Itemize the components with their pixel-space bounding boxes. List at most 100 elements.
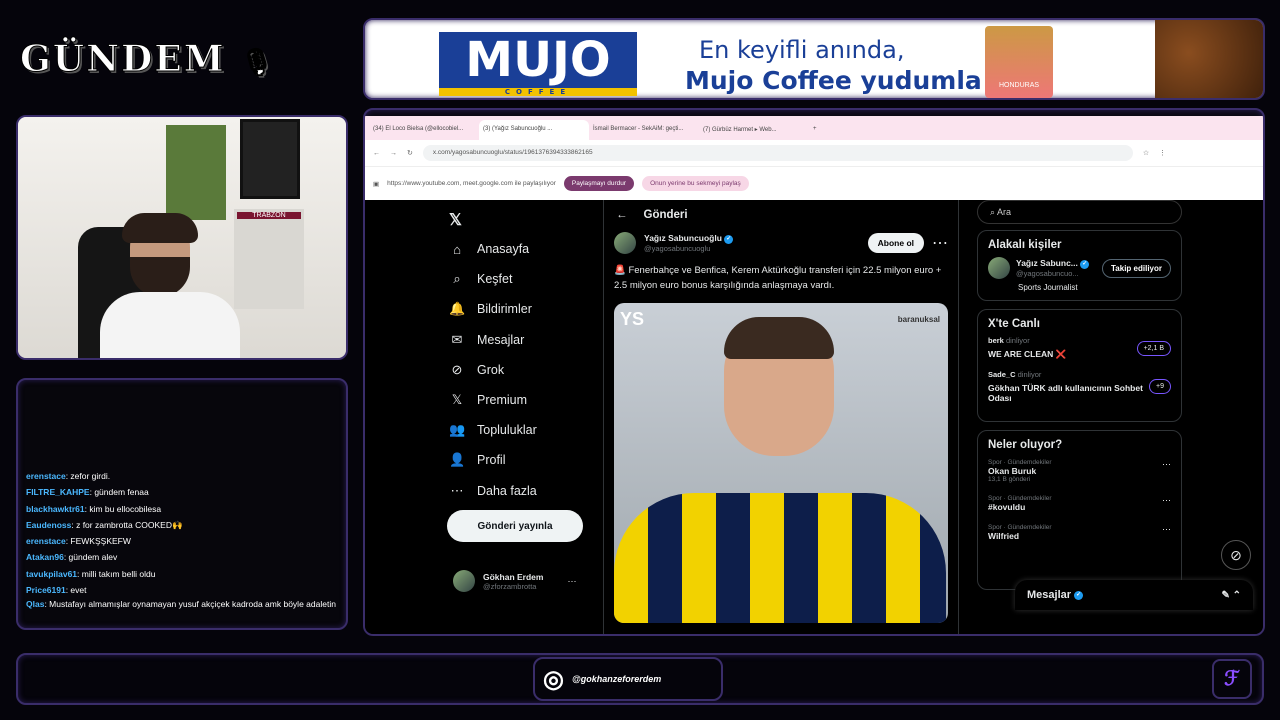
following-button[interactable]: Takip ediliyor: [1102, 258, 1171, 278]
tab-1[interactable]: (34) El Loco Bielsa (@ellocobiel...: [369, 120, 479, 140]
post-button[interactable]: Gönderi yayınla: [447, 510, 583, 542]
trend-name: Wilfried: [988, 531, 1020, 541]
chat-username[interactable]: FILTRE_KAHPE: [26, 487, 90, 497]
page-title: Gönderi: [643, 209, 688, 221]
nav-item-1[interactable]: ⌕ Keşfet: [449, 264, 599, 294]
grok-icon[interactable]: ⊘: [1221, 540, 1251, 570]
microphone-icon: 🎙: [240, 48, 276, 79]
trend-more-icon[interactable]: ⋯: [1162, 495, 1171, 506]
tactics-frame: [240, 119, 300, 199]
browser-window: (34) El Loco Bielsa (@ellocobiel... (3) …: [363, 108, 1265, 636]
trend-item[interactable]: Spor · Gündemdekiler Wilfried ⋯: [988, 524, 1171, 541]
share-text: https://www.youtube.com, meet.google.com…: [387, 180, 556, 187]
nav-item-4[interactable]: ⊘ Grok: [449, 355, 599, 385]
chat-message: erenstace: FEWKŞŞKEFW: [26, 533, 340, 549]
nav-label: Keşfet: [477, 272, 513, 287]
search-input[interactable]: ⌕ Ara: [977, 200, 1182, 224]
trend-more-icon[interactable]: ⋯: [1162, 459, 1171, 470]
chat-username[interactable]: Price6191: [26, 585, 66, 595]
nav-icon: ⌂: [453, 241, 461, 257]
chat-message: tavukpilav61: milli takım belli oldu: [26, 566, 340, 582]
live-host: berk: [988, 336, 1004, 345]
back-arrow-icon[interactable]: ←: [616, 209, 628, 221]
new-tab-button[interactable]: +: [809, 120, 829, 140]
zf-logo-icon: ℱ: [1212, 659, 1252, 699]
chat-message: Eaudenoss: z for zambrotta COOKED🙌: [26, 517, 340, 533]
reload-icon[interactable]: ↻: [407, 149, 413, 157]
trend-category: Spor · Gündemdekiler: [988, 495, 1052, 502]
nav-item-7[interactable]: 👤 Profil: [449, 445, 599, 475]
tab-active[interactable]: (3) (Yağız Sabuncuoğlu ...: [479, 120, 589, 140]
x-logo-icon[interactable]: 𝕏: [449, 206, 599, 234]
star-icon[interactable]: ☆: [1143, 149, 1149, 157]
tweet-author: Yağız Sabuncuoğlu ✓ @yagosabuncuoglu Abon…: [604, 230, 958, 256]
nav-label: Daha fazla: [477, 483, 537, 498]
trend-more-icon[interactable]: ⋯: [1162, 524, 1171, 535]
chat-message: Price6191: evet: [26, 582, 340, 598]
nav-item-5[interactable]: 𝕏 Premium: [449, 385, 599, 415]
address-bar[interactable]: x.com/yagosabuncuoglu/status/19613763943…: [422, 145, 1133, 161]
tweet-more-icon[interactable]: ⋯: [932, 233, 948, 253]
more-icon[interactable]: ⋯: [567, 576, 576, 587]
chat-text: : FEWKŞŞKEFW: [65, 536, 131, 547]
live-item[interactable]: berk dinliyor WE ARE CLEAN ❌ +2,1 B: [988, 336, 1171, 360]
x-page: 𝕏 ⌂ Anasayfa ⌕ Keşfet 🔔 Bildirimler ✉ Mesajlar ⊘…: [365, 200, 1263, 634]
chat-panel: erenstace: zefor girdi. FILTRE_KAHPE: gün…: [16, 378, 348, 630]
compose-message-icon[interactable]: ✎ ⌃: [1221, 590, 1241, 601]
ad-banner: MUJO COFFEE En keyifli anında, Mujo Coffe…: [363, 18, 1265, 100]
right-sidebar: ⌕ Ara Alakalı kişiler Yağız Sabunc... ✓ @…: [977, 200, 1182, 598]
subscribe-button[interactable]: Abone ol: [867, 233, 924, 253]
share-icon: ▣: [373, 180, 380, 188]
stop-share-button[interactable]: Paylaşmayı durdur: [563, 176, 635, 191]
live-item[interactable]: Sade_C dinliyor Gökhan TÜRK adlı kullanıc…: [988, 370, 1171, 403]
verified-icon: ✓: [1074, 590, 1084, 600]
nav-label: Topluluklar: [477, 423, 537, 438]
nav-icon: ⌕: [453, 271, 461, 287]
nav-label: Premium: [477, 393, 528, 408]
author-handle[interactable]: @yagosabuncuoglu: [644, 244, 733, 253]
tweet-text: 🚨 Fenerbahçe ve Benfica, Kerem Aktürkoğl…: [614, 265, 942, 291]
share-infobar: ▣ https://www.youtube.com, meet.google.c…: [365, 166, 1263, 200]
messages-drawer[interactable]: Mesajlar ✓ ✎ ⌃: [1015, 580, 1253, 610]
nav-icon: ✉: [451, 331, 463, 347]
live-title: Gökhan TÜRK adlı kullanıcının Sohbet Oda…: [988, 383, 1143, 403]
related-people: Alakalı kişiler Yağız Sabunc... ✓ @yagosa…: [977, 230, 1182, 301]
chat-username[interactable]: tavukpilav61: [26, 569, 77, 579]
nav-label: Grok: [477, 362, 505, 377]
author-name[interactable]: Yağız Sabuncuoğlu: [644, 233, 722, 243]
stream-logo: GÜNDEM 🎙: [20, 38, 276, 81]
chat-message: blackhawktr61: kim bu ellocobilesa: [26, 501, 340, 517]
account-switcher[interactable]: Gökhan Erdem @zforzambrotta ⋯: [453, 570, 576, 592]
menu-icon[interactable]: ⋮: [1159, 149, 1166, 157]
tweet-image[interactable]: YS baranuksal: [614, 303, 948, 623]
chat-text: : kim bu ellocobilesa: [84, 503, 162, 514]
trends: Neler oluyor? Spor · Gündemdekiler Okan B…: [977, 430, 1182, 590]
trend-name: Okan Buruk: [988, 466, 1037, 476]
tab-4[interactable]: (7) Gürbüz Harmet ▸ Web...: [699, 120, 809, 140]
back-icon[interactable]: ←: [373, 150, 380, 157]
trend-item[interactable]: Spor · Gündemdekiler #kovuldu ⋯: [988, 495, 1171, 512]
nav-item-0[interactable]: ⌂ Anasayfa: [449, 234, 599, 264]
chat-username[interactable]: Eaudenoss: [26, 520, 71, 530]
chat-text: : zefor girdi.: [65, 471, 111, 481]
trend-item[interactable]: Spor · Gündemdekiler Okan Buruk 13,1 B gön…: [988, 459, 1171, 483]
chat-username[interactable]: blackhawktr61: [26, 504, 85, 514]
ys-logo: YS: [620, 309, 645, 329]
x-sidebar-nav: 𝕏 ⌂ Anasayfa ⌕ Keşfet 🔔 Bildirimler ✉ Mesajlar ⊘…: [449, 206, 599, 506]
chat-username[interactable]: Qlas: [26, 599, 44, 609]
author-avatar[interactable]: [614, 232, 636, 254]
live-status: dinliyor: [1005, 336, 1030, 345]
forward-icon[interactable]: →: [390, 150, 397, 157]
chat-text: : gündem alev: [63, 552, 118, 563]
tab-3[interactable]: İsmail Bermacer - SekAiM: geçti...: [589, 120, 699, 140]
chat-username[interactable]: Atakan96: [26, 552, 64, 562]
nav-item-2[interactable]: 🔔 Bildirimler: [449, 294, 599, 324]
nav-item-8[interactable]: ⋯ Daha fazla: [449, 476, 599, 506]
share-this-tab-button[interactable]: Onun yerine bu sekmeyi paylaş: [642, 176, 749, 191]
nav-item-3[interactable]: ✉ Mesajlar: [449, 325, 599, 355]
related-avatar[interactable]: [988, 257, 1010, 279]
nav-item-6[interactable]: 👥 Topluluklar: [449, 415, 599, 445]
chat-text: : milli takım belli oldu: [77, 568, 156, 579]
chat-username[interactable]: erenstace: [26, 471, 66, 481]
chat-username[interactable]: erenstace: [26, 536, 66, 546]
